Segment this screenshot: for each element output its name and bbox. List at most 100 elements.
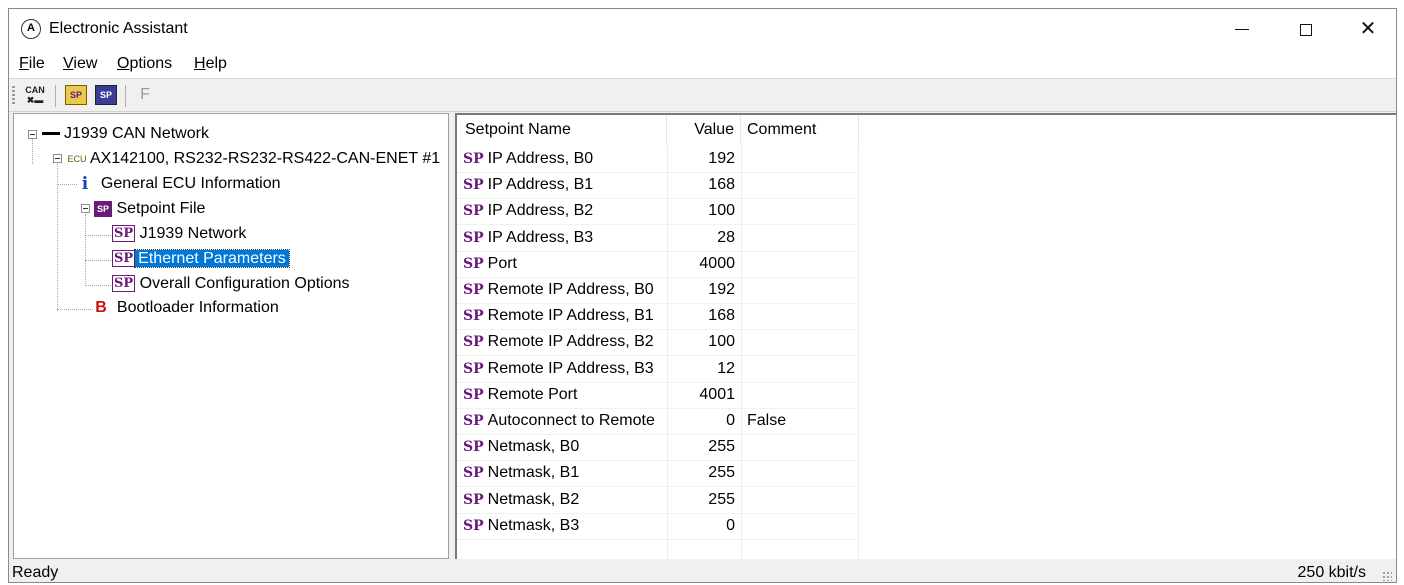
setpoint-value-cell[interactable]: 192	[667, 277, 735, 303]
setpoint-value-cell[interactable]: 4001	[667, 382, 735, 408]
setpoint-comment-cell[interactable]	[747, 198, 857, 224]
setpoint-name-cell[interactable]: SP Netmask, B2	[463, 487, 667, 513]
column-divider	[858, 145, 859, 565]
table-row[interactable]: SP Netmask, B0 255	[457, 434, 857, 462]
setpoint-comment-cell[interactable]	[747, 434, 857, 460]
setpoint-name-cell[interactable]: SP Autoconnect to Remote	[463, 408, 667, 434]
setpoint-comment-cell[interactable]	[747, 487, 857, 513]
setpoint-comment-cell[interactable]	[747, 460, 857, 486]
setpoint-name-cell[interactable]: SP Netmask, B3	[463, 513, 667, 539]
tree-line	[85, 214, 86, 286]
table-row[interactable]: SP Netmask, B2 255	[457, 487, 857, 514]
table-row[interactable]: SP Remote IP Address, B2 100	[457, 329, 857, 357]
bootloader-icon: B	[95, 299, 107, 316]
toolbar-grip[interactable]	[12, 86, 15, 106]
tree-item-general-ecu-information[interactable]: i General ECU Information	[78, 173, 281, 195]
menu-bar: File View Options Help	[9, 50, 1396, 78]
menu-file[interactable]: File	[19, 55, 45, 73]
setpoint-name-cell[interactable]: SP Remote Port	[463, 382, 667, 408]
setpoint-grid[interactable]: Setpoint Name Value Comment SP IP Address…	[455, 113, 1396, 565]
status-text: Ready	[12, 564, 59, 581]
setpoint-name-cell[interactable]: SP Remote IP Address, B1	[463, 303, 667, 329]
setpoint-comment-cell[interactable]	[747, 513, 857, 539]
table-row[interactable]: SP Remote Port 4001	[457, 382, 857, 409]
resize-grip-icon[interactable]	[1382, 571, 1392, 581]
setpoint-value-cell[interactable]: 168	[667, 172, 735, 198]
setpoint-comment-cell[interactable]	[747, 277, 857, 303]
table-row[interactable]: SP Remote IP Address, B1 168	[457, 303, 857, 331]
column-header-setpoint-name[interactable]: Setpoint Name	[457, 115, 667, 145]
minimize-icon	[1235, 29, 1249, 31]
table-row[interactable]: SP IP Address, B3 28	[457, 225, 857, 252]
setpoint-name-cell[interactable]: SP IP Address, B0	[463, 146, 667, 172]
table-row[interactable]: SP IP Address, B1 168	[457, 172, 857, 200]
can-network-icon[interactable]: CAN ✖▬	[24, 85, 46, 105]
tree-item-ethernet-parameters[interactable]: SP Ethernet Parameters	[112, 248, 290, 270]
setpoint-name-cell[interactable]: SP IP Address, B1	[463, 172, 667, 198]
collapse-toggle[interactable]	[28, 130, 37, 139]
setpoint-name-cell[interactable]: SP Netmask, B0	[463, 434, 667, 460]
setpoint-value-cell[interactable]: 100	[667, 329, 735, 355]
setpoint-name-cell[interactable]: SP Port	[463, 251, 667, 277]
setpoint-value-cell[interactable]: 12	[667, 356, 735, 382]
setpoint-name-cell[interactable]: SP Remote IP Address, B0	[463, 277, 667, 303]
collapse-toggle[interactable]	[53, 154, 62, 163]
setpoint-value-cell[interactable]: 4000	[667, 251, 735, 277]
setpoint-value-cell[interactable]: 0	[667, 513, 735, 539]
flash-icon[interactable]: F	[134, 85, 156, 105]
setpoint-value-cell[interactable]: 100	[667, 198, 735, 224]
setpoint-value-cell[interactable]: 255	[667, 434, 735, 460]
menu-view[interactable]: View	[63, 55, 97, 73]
tree-item-overall-configuration-options[interactable]: SP Overall Configuration Options	[112, 273, 350, 295]
status-bar: Ready 250 kbit/s	[9, 562, 1396, 582]
setpoint-icon: SP	[463, 491, 484, 508]
table-row[interactable]: SP Port 4000	[457, 251, 857, 278]
setpoint-comment-cell[interactable]	[747, 225, 857, 251]
setpoint-name-cell[interactable]: SP IP Address, B3	[463, 225, 667, 251]
setpoint-value-cell[interactable]: 255	[667, 460, 735, 486]
setpoint-comment-cell[interactable]	[747, 303, 857, 329]
table-row[interactable]: SP IP Address, B2 100	[457, 198, 857, 226]
title-bar[interactable]: A Electronic Assistant ✕	[9, 9, 1396, 50]
tree-item-setpoint-file[interactable]: SP Setpoint File	[94, 198, 205, 220]
setpoint-comment-cell[interactable]: False	[747, 408, 857, 434]
setpoint-value-cell[interactable]: 0	[667, 408, 735, 434]
tree-item-j1939-network[interactable]: SP J1939 Network	[112, 223, 246, 245]
menu-options[interactable]: Options	[117, 55, 172, 73]
minimize-button[interactable]	[1219, 9, 1265, 49]
setpoint-comment-cell[interactable]	[747, 356, 857, 382]
setpoint-comment-cell[interactable]	[747, 382, 857, 408]
table-row[interactable]: SP Remote IP Address, B3 12	[457, 356, 857, 383]
setpoint-comment-cell[interactable]	[747, 329, 857, 355]
tree-item-j1939-can-network[interactable]: J1939 CAN Network	[42, 123, 209, 145]
column-header-value[interactable]: Value	[667, 115, 741, 145]
setpoint-value-cell[interactable]: 192	[667, 146, 735, 172]
tree-item-ecu[interactable]: ECU AX142100, RS232-RS232-RS422-CAN-ENET …	[64, 148, 440, 170]
setpoint-name-cell[interactable]: SP Remote IP Address, B2	[463, 329, 667, 355]
open-setpoint-icon[interactable]: SP	[65, 85, 87, 105]
tree-line	[57, 309, 93, 310]
close-button[interactable]: ✕	[1345, 9, 1391, 49]
tree-item-bootloader-information[interactable]: B Bootloader Information	[94, 297, 279, 319]
setpoint-name-cell[interactable]: SP Netmask, B1	[463, 460, 667, 486]
maximize-button[interactable]	[1283, 9, 1329, 49]
setpoint-value-cell[interactable]: 28	[667, 225, 735, 251]
column-header-comment[interactable]: Comment	[741, 115, 859, 145]
setpoint-comment-cell[interactable]	[747, 172, 857, 198]
menu-help[interactable]: Help	[194, 55, 227, 73]
save-setpoint-icon[interactable]: SP	[95, 85, 117, 105]
setpoint-value-cell[interactable]: 168	[667, 303, 735, 329]
table-row[interactable]: SP Remote IP Address, B0 192	[457, 277, 857, 304]
collapse-toggle[interactable]	[81, 204, 90, 213]
setpoint-comment-cell[interactable]	[747, 251, 857, 277]
setpoint-comment-cell[interactable]	[747, 146, 857, 172]
setpoint-name-cell[interactable]: SP IP Address, B2	[463, 198, 667, 224]
setpoint-value-cell[interactable]: 255	[667, 487, 735, 513]
table-row[interactable]: SP Autoconnect to Remote 0 False	[457, 408, 857, 435]
table-row[interactable]: SP Netmask, B1 255	[457, 460, 857, 488]
tree-pane[interactable]: J1939 CAN Network ECU AX142100, RS232-RS2…	[13, 113, 449, 559]
setpoint-name-cell[interactable]: SP Remote IP Address, B3	[463, 356, 667, 382]
table-row[interactable]: SP Netmask, B3 0	[457, 513, 857, 540]
toolbar: CAN ✖▬ SP SP F	[9, 78, 1396, 112]
table-row[interactable]: SP IP Address, B0 192	[457, 146, 857, 173]
